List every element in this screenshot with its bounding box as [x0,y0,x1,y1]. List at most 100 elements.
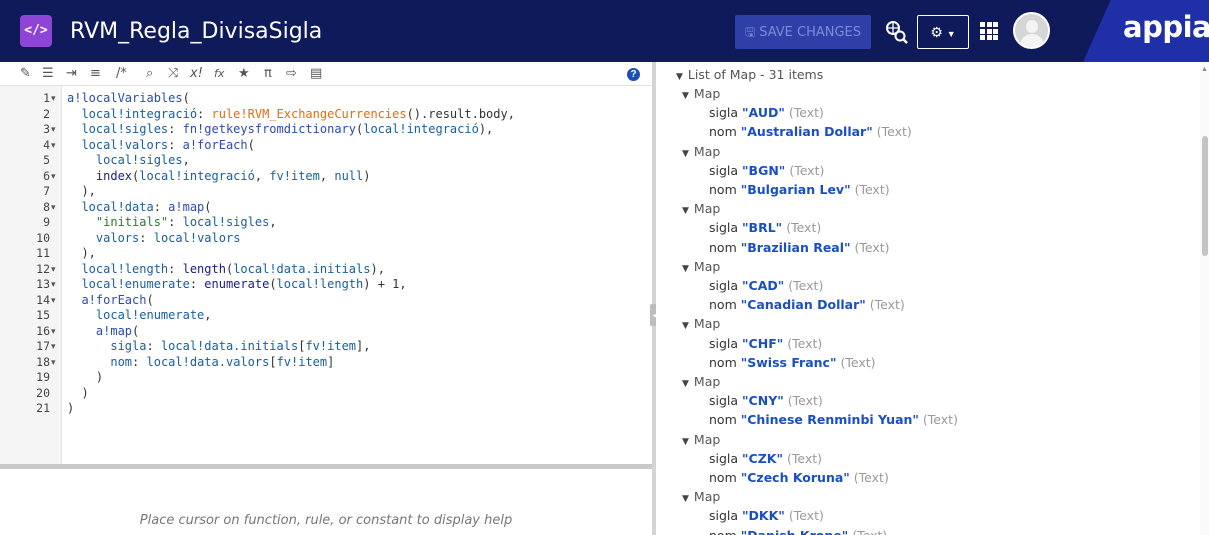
line-number: 10 [36,230,50,245]
map-node[interactable]: ▼ Map [682,430,720,449]
sigla-row: sigla "CAD" (Text) [709,278,824,293]
nom-row: nom "Australian Dollar" (Text) [709,124,912,140]
format-icon[interactable]: ✎ [20,65,31,82]
top-header: </> RVM_Regla_DivisaSigla 🖫 SAVE CHANGES … [0,0,1209,62]
nom-row: nom "Swiss Franc" (Text) [709,354,876,370]
function-icon[interactable]: fx [214,65,224,82]
map-node[interactable]: ▼ Map [682,314,720,333]
caret-down-icon: ▼ [682,91,689,101]
map-node[interactable]: ▼ Map [682,142,720,161]
expression-editor-panel: ✎ ☰ ⇥ ≡ /* ⌕ ⤨ x! fx ★ π ⇨ ▤ ? 1 ▾ 2 3 ▾ 4 ▾ 5 6… [0,62,652,535]
preview-icon[interactable]: ▤ [310,65,322,82]
editor-toolbar: ✎ ☰ ⇥ ≡ /* ⌕ ⤨ x! fx ★ π ⇨ ▤ ? [0,62,652,86]
code-line: local!data: a!map( [81,199,212,214]
code-line: a!map( [95,323,140,338]
line-number: 6 [43,168,50,183]
help-panel: Place cursor on function, rule, or const… [0,469,652,535]
line-number: 13 [36,277,50,291]
help-icon[interactable]: ? [627,68,640,81]
save-icon: 🖫 [744,25,756,39]
appian-logo: appian [1123,10,1209,44]
help-text: Place cursor on function, rule, or const… [139,513,513,528]
line-number: 4 [43,137,50,152]
sigla-row: sigla "DKK" (Text) [709,508,824,524]
sigla-row: sigla "AUD" (Text) [709,105,824,121]
code-line: ), [67,246,96,260]
settings-menu-button[interactable]: ⚙ ▼ [917,15,969,49]
code-line: ) [67,401,75,415]
fold-caret-icon[interactable]: ▾ [51,293,56,309]
caret-down-icon: ▼ [682,494,689,505]
search-objects-icon[interactable] [884,20,908,44]
code-line: index(local!integració, fv!item, null) [95,168,371,183]
line-number: 15 [36,308,50,322]
code-line: local!integració: rule!RVM_ExchangeCurre… [81,106,515,121]
code-line: ) [67,370,104,384]
map-node[interactable]: ▼ Map [682,487,720,506]
map-label: Map [693,316,721,332]
comment-block-icon[interactable]: ☰ [42,65,54,82]
sigla-row: sigla "CNY" (Text) [709,393,823,409]
code-line: a!localVariables( [67,91,190,105]
line-number: 12 [36,261,50,276]
fold-caret-icon[interactable]: ▾ [51,339,56,355]
caret-down-icon: ▼ [682,436,689,447]
list-header[interactable]: ▼ List of Map - 31 items [676,65,823,84]
line-number: 3 [43,122,50,136]
map-node[interactable]: ▼ Map [682,84,720,103]
line-number: 2 [43,106,50,121]
outdent-icon[interactable]: ≡ [90,65,101,82]
fold-caret-icon[interactable]: ▾ [51,122,56,138]
fold-caret-icon[interactable]: ▾ [51,200,56,216]
gear-icon: ⚙ [930,24,943,40]
caret-down-icon: ▼ [682,148,689,159]
map-node[interactable]: ▼ Map [682,199,720,218]
code-line: local!sigles: fn!getkeysfromdictionary(l… [81,122,494,136]
chevron-down-icon: ▼ [946,29,956,39]
fold-caret-icon[interactable]: ▾ [51,91,56,107]
caret-down-icon: ▼ [682,321,689,332]
code-line: valors: local!valors [95,230,241,245]
results-scrollbar[interactable] [1200,62,1209,535]
error-check-icon[interactable]: x! [190,65,203,82]
map-label: Map [693,201,721,217]
map-label: Map [693,143,721,159]
line-number: 1 [43,91,50,105]
favorite-icon[interactable]: ★ [238,65,250,82]
map-node[interactable]: ▼ Map [682,372,720,391]
sigla-row: sigla "BGN" (Text) [709,162,825,178]
expression-rule-icon: </> [20,15,52,47]
fold-caret-icon[interactable]: ▾ [51,324,56,340]
caret-down-icon: ▼ [676,72,683,82]
user-avatar[interactable] [1013,12,1050,49]
scroll-thumb[interactable] [1202,136,1208,256]
fold-caret-icon[interactable]: ▾ [51,138,56,154]
line-number: 20 [36,385,50,400]
save-changes-button[interactable]: 🖫 SAVE CHANGES [735,15,871,49]
code-editor[interactable]: 1 ▾ 2 3 ▾ 4 ▾ 5 6 ▾ 7 8 ▾ 9 10 11 12 ▾ 13 ▾ 14 ▾ 15 16 ▾ 17 ▾ 18 ▾ 19… [0,86,652,464]
fold-caret-icon[interactable]: ▾ [51,169,56,185]
scroll-up-icon[interactable]: ▲ [1201,66,1208,73]
code-line: local!length: length(local!data.initials… [81,261,385,276]
fold-caret-icon[interactable]: ▾ [51,262,56,278]
export-icon[interactable]: ⇨ [286,65,297,82]
map-node[interactable]: ▼ Map [682,257,720,276]
nom-row: nom "Czech Koruna" (Text) [709,470,889,485]
pi-icon[interactable]: π [264,65,272,82]
code-line: nom: local!data.valors[fv!item] [110,354,335,369]
caret-down-icon: ▼ [682,263,689,274]
line-number-gutter: 1 ▾ 2 3 ▾ 4 ▾ 5 6 ▾ 7 8 ▾ 9 10 11 12 ▾ 13 ▾ 14 ▾ 15 16 ▾ 17 ▾ 18 ▾ 19… [0,86,62,464]
fold-caret-icon[interactable]: ▾ [51,355,56,371]
map-label: Map [693,374,721,389]
line-number: 16 [36,323,50,338]
line-number: 5 [43,153,50,167]
sigla-row: sigla "BRL" (Text) [709,220,822,236]
code-line: sigla: local!data.initials[fv!item], [110,339,371,353]
app-launcher-icon[interactable] [980,22,998,40]
fold-caret-icon[interactable]: ▾ [51,277,56,293]
search-icon[interactable]: ⌕ [146,65,153,82]
indent-icon[interactable]: ⇥ [66,65,77,82]
comment-icon[interactable]: /* [116,65,127,82]
nom-row: nom "Brazilian Real" (Text) [709,239,890,255]
shuffle-icon[interactable]: ⤨ [168,65,178,82]
